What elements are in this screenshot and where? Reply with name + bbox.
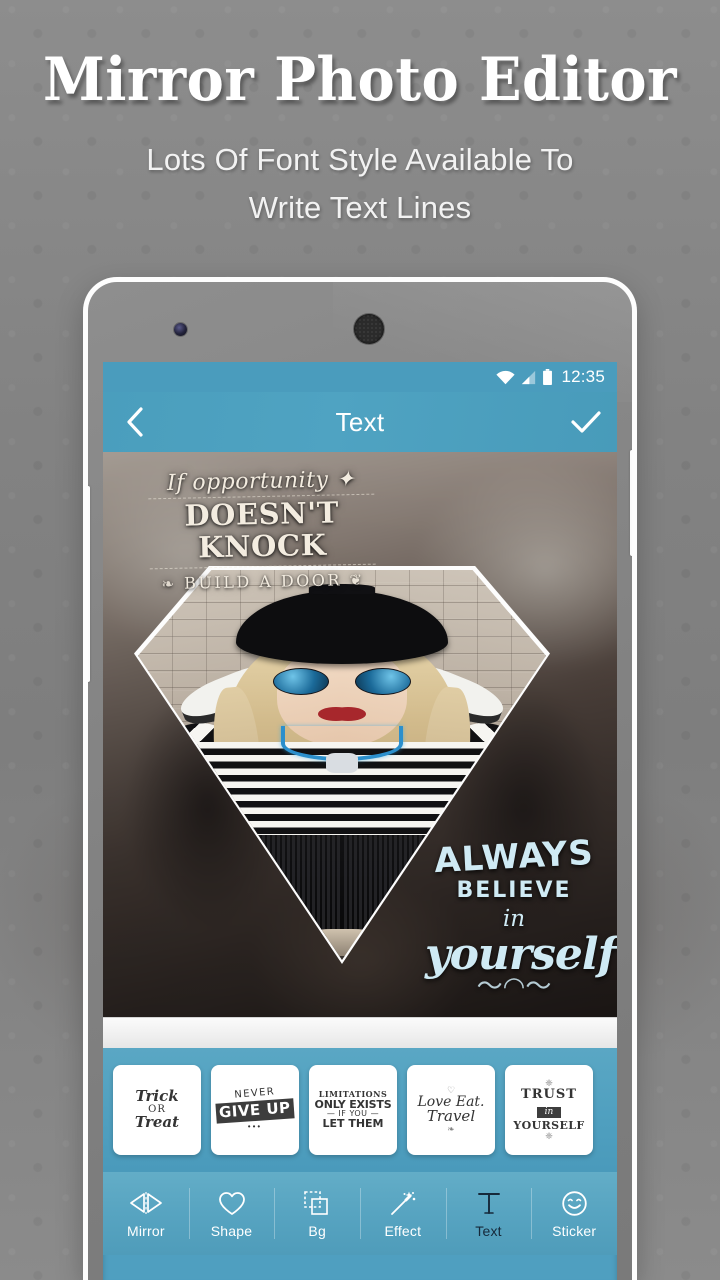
app-bar-title: Text: [335, 406, 385, 437]
flourish-right-icon: ❦: [349, 570, 365, 590]
canvas-divider: [103, 1017, 617, 1048]
text-t-icon: [476, 1188, 502, 1218]
promo-subtitle-line-1: Lots Of Font Style Available To: [146, 142, 574, 177]
art-bottom-line-3: in: [502, 906, 526, 932]
art-bottom-line-2: BELIEVE: [456, 878, 572, 903]
cellular-signal-icon: [521, 370, 536, 385]
mirror-icon: [129, 1188, 163, 1218]
thumb-5-line-2: in: [536, 1106, 562, 1119]
lips: [317, 706, 342, 721]
bottom-ornament-icon: ❈: [545, 1130, 553, 1141]
flourish-left-icon: ❧: [161, 574, 177, 593]
thumbnail-never-give-up[interactable]: NEVER GIVE UP •••: [211, 1065, 299, 1155]
thumb-5-line-1: TRUST: [521, 1087, 577, 1103]
promo-title: Mirror Photo Editor: [43, 45, 677, 115]
thumb-1-line-1: Trick: [135, 1087, 179, 1106]
mirror-half-left: [138, 570, 342, 960]
thumb-2-line-3: •••: [247, 1121, 263, 1131]
bottom-navigation: Mirror Shape Bg Effect Text Sticker: [103, 1172, 617, 1255]
thumb-1-line-3: Treat: [134, 1113, 180, 1132]
back-chevron-icon[interactable]: [103, 392, 165, 452]
thumb-2-line-2: GIVE UP: [215, 1098, 295, 1124]
model-photo: [138, 570, 342, 960]
nav-label-mirror: Mirror: [126, 1223, 165, 1239]
text-overlay-top-left[interactable]: If opportunity ✦ DOESN'T KNOCK ❧ BUILD A…: [148, 467, 376, 594]
nav-label-effect: Effect: [384, 1223, 422, 1239]
nav-item-text[interactable]: Text: [445, 1172, 532, 1255]
app-bar: Text: [103, 392, 617, 452]
front-camera-icon: [174, 323, 187, 336]
battery-icon: [542, 369, 553, 385]
status-clock: 12:35: [561, 367, 605, 386]
text-sticker-strip[interactable]: Trick OR Treat NEVER GIVE UP ••• LIMITAT…: [103, 1048, 617, 1172]
star-icon: ✦: [335, 467, 356, 493]
heart-ornament-icon: ♡: [446, 1084, 456, 1095]
top-ornament-icon: ❈: [545, 1077, 553, 1088]
promo-header: Mirror Photo Editor Lots Of Font Style A…: [0, 0, 720, 232]
nav-label-bg: Bg: [308, 1223, 326, 1239]
art-top-line-2: DOESN'T KNOCK: [148, 493, 376, 570]
thumbnail-trick-or-treat[interactable]: Trick OR Treat: [113, 1065, 201, 1155]
nav-item-sticker[interactable]: Sticker: [531, 1172, 617, 1255]
smiley-icon: [561, 1188, 588, 1218]
phone-mockup: 12:35 Text If opportunity ✦ DOESN'T KNOC…: [83, 277, 637, 1280]
nav-item-effect[interactable]: Effect: [360, 1172, 446, 1255]
thumb-3-line-4: LET THEM: [322, 1117, 384, 1131]
status-bar: 12:35: [103, 362, 617, 392]
art-bottom-line-1: ALWAYS: [433, 832, 595, 882]
layers-icon: [303, 1188, 331, 1218]
photo-canvas[interactable]: If opportunity ✦ DOESN'T KNOCK ❧ BUILD A…: [103, 452, 617, 1017]
nav-item-bg[interactable]: Bg: [274, 1172, 360, 1255]
text-overlay-bottom-right[interactable]: ALWAYS BELIEVE in yourself 〜◠〜: [425, 833, 617, 1001]
pendant: [325, 753, 342, 773]
power-button[interactable]: [630, 450, 632, 556]
nav-item-mirror[interactable]: Mirror: [103, 1172, 189, 1255]
nav-label-sticker: Sticker: [552, 1223, 597, 1239]
thumb-5-line-3: YOURSELF: [513, 1119, 585, 1133]
nav-label-text: Text: [475, 1223, 502, 1239]
fringe-skirt: [195, 835, 342, 937]
thumbnail-limitations[interactable]: LIMITATIONS ONLY EXISTS — IF YOU — LET T…: [309, 1065, 397, 1155]
promo-subtitle: Lots Of Font Style Available To Write Te…: [0, 136, 720, 232]
swirl-flourish-icon: 〜◠〜: [476, 971, 552, 1001]
wifi-icon: [496, 370, 516, 385]
promo-subtitle-line-2: Write Text Lines: [248, 190, 472, 226]
thumb-4-line-2: Travel: [426, 1107, 476, 1126]
thumbnail-trust-in-yourself[interactable]: ❈ TRUST in YOURSELF ❈: [505, 1065, 593, 1155]
scroll-ornament-icon: ❧: [447, 1124, 455, 1135]
heart-icon: [218, 1188, 246, 1218]
phone-screen: 12:35 Text If opportunity ✦ DOESN'T KNOC…: [103, 362, 617, 1280]
sunglasses-icon: [272, 667, 342, 695]
check-icon[interactable]: [555, 392, 617, 452]
magic-wand-icon: [389, 1188, 417, 1218]
art-top-line-3: BUILD A DOOR: [183, 570, 343, 593]
volume-button[interactable]: [88, 486, 90, 682]
thumbnail-love-eat-travel[interactable]: ♡ Love Eat. Travel ❧: [407, 1065, 495, 1155]
earpiece-speaker-icon: [354, 314, 384, 344]
art-top-line-1: If opportunity: [166, 467, 329, 496]
nav-item-shape[interactable]: Shape: [188, 1172, 275, 1255]
nav-label-shape: Shape: [210, 1223, 253, 1239]
